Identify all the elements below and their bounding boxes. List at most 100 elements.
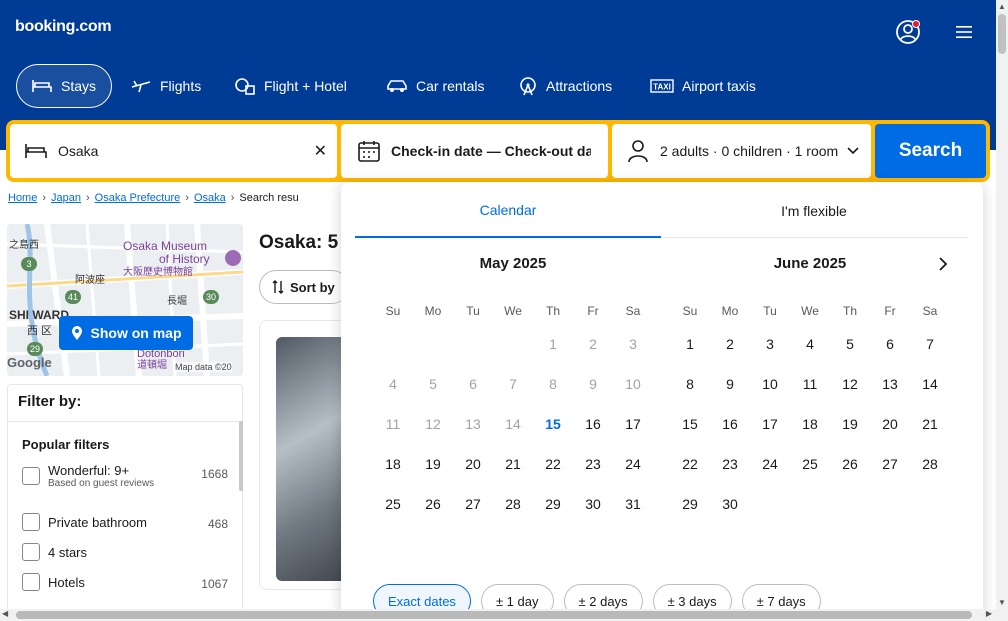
checkbox[interactable]: [22, 543, 40, 561]
search-button[interactable]: Search: [875, 124, 986, 178]
breadcrumb-home[interactable]: Home: [8, 192, 37, 204]
map-preview[interactable]: 之島西 Osaka Museum of History 大阪歴史博物館 阿波座 …: [7, 224, 243, 376]
calendar-day[interactable]: 20: [453, 444, 493, 484]
calendar-day[interactable]: 26: [830, 444, 870, 484]
clear-icon[interactable]: ✕: [314, 141, 327, 161]
calendar-day[interactable]: 25: [373, 484, 413, 524]
checkbox[interactable]: [22, 513, 40, 531]
calendar-day[interactable]: 6: [870, 324, 910, 364]
scroll-left-icon[interactable]: ◀: [2, 609, 8, 618]
calendar-day[interactable]: 12: [830, 364, 870, 404]
checkbox[interactable]: [22, 467, 40, 485]
calendar-day: 4: [389, 376, 397, 392]
destination-field[interactable]: Osaka ✕: [10, 124, 337, 178]
booking-logo[interactable]: booking.com: [15, 18, 112, 36]
tab-flexible[interactable]: I'm flexible: [661, 184, 967, 238]
calendar-day[interactable]: 19: [413, 444, 453, 484]
scroll-down-icon[interactable]: ▼: [998, 598, 1006, 607]
filter-count: 468: [207, 517, 228, 531]
calendar-day[interactable]: 8: [670, 364, 710, 404]
breadcrumb-japan[interactable]: Japan: [51, 192, 81, 204]
calendar-day[interactable]: 25: [790, 444, 830, 484]
chevron-right-icon: [939, 257, 948, 271]
breadcrumb-current: Search resu: [239, 192, 299, 204]
scroll-up-icon[interactable]: ▲: [998, 2, 1006, 11]
checkbox[interactable]: [22, 573, 40, 591]
menu-button[interactable]: [940, 10, 988, 54]
calendar-day[interactable]: 18: [373, 444, 413, 484]
weekday-label: Su: [682, 304, 698, 318]
calendar-day[interactable]: 17: [750, 404, 790, 444]
ferris-wheel-icon: [520, 77, 536, 96]
nav-car-rentals[interactable]: Car rentals: [372, 64, 500, 108]
calendar-day[interactable]: 14: [910, 364, 950, 404]
show-on-map-button[interactable]: Show on map: [59, 316, 193, 350]
scroll-right-icon[interactable]: ▶: [986, 609, 992, 618]
nav-attractions[interactable]: Attractions: [504, 64, 632, 108]
calendar-blank: [413, 324, 453, 364]
horizontal-scrollbar[interactable]: ◀ ▶: [0, 609, 1008, 621]
calendar-day[interactable]: 24: [613, 444, 653, 484]
calendar-day[interactable]: 23: [710, 444, 750, 484]
calendar-day[interactable]: 9: [710, 364, 750, 404]
vertical-scrollbar[interactable]: ▲ ▼: [996, 0, 1008, 609]
calendar-day[interactable]: 23: [573, 444, 613, 484]
filter-item-private-bathroom[interactable]: Private bathroom: [22, 513, 232, 531]
calendar-day[interactable]: 13: [870, 364, 910, 404]
calendar-day[interactable]: 16: [710, 404, 750, 444]
tab-calendar[interactable]: Calendar: [355, 184, 661, 238]
calendar-day[interactable]: 21: [493, 444, 533, 484]
calendar-day[interactable]: 30: [573, 484, 613, 524]
sort-icon: [272, 280, 284, 294]
account-button[interactable]: [884, 10, 932, 54]
calendar-day[interactable]: 15: [533, 404, 573, 444]
dates-field[interactable]: Check-in date — Check-out date: [341, 124, 608, 178]
calendar-day[interactable]: 15: [670, 404, 710, 444]
filter-label: Wonderful: 9+: [48, 463, 130, 478]
calendar-day[interactable]: 22: [670, 444, 710, 484]
calendar-day[interactable]: 27: [453, 484, 493, 524]
calendar-day[interactable]: 29: [533, 484, 573, 524]
calendar-day[interactable]: 28: [910, 444, 950, 484]
breadcrumb-osaka[interactable]: Osaka: [194, 192, 226, 204]
calendar-day[interactable]: 7: [910, 324, 950, 364]
museum-pin-icon: [225, 250, 241, 266]
calendar-day: 5: [429, 376, 437, 392]
calendar-day[interactable]: 22: [533, 444, 573, 484]
calendar-day[interactable]: 20: [870, 404, 910, 444]
calendar-day[interactable]: 2: [710, 324, 750, 364]
nav-flights[interactable]: Flights: [116, 64, 218, 108]
calendar-day[interactable]: 4: [790, 324, 830, 364]
calendar-day[interactable]: 30: [710, 484, 750, 524]
calendar-day[interactable]: 24: [750, 444, 790, 484]
calendar-day[interactable]: 17: [613, 404, 653, 444]
next-month-button[interactable]: [919, 240, 967, 288]
calendar-day[interactable]: 19: [830, 404, 870, 444]
calendar-day[interactable]: 10: [750, 364, 790, 404]
calendar-day[interactable]: 11: [790, 364, 830, 404]
calendar-day[interactable]: 1: [670, 324, 710, 364]
calendar-day[interactable]: 28: [493, 484, 533, 524]
filter-item-4-stars[interactable]: 4 stars: [22, 543, 232, 561]
filter-scrollbar[interactable]: [239, 421, 243, 491]
calendar-day[interactable]: 27: [870, 444, 910, 484]
scroll-thumb[interactable]: [998, 14, 1006, 54]
calendar-day[interactable]: 5: [830, 324, 870, 364]
destination-input[interactable]: Osaka: [58, 143, 98, 159]
calendar-day[interactable]: 29: [670, 484, 710, 524]
nav-airport-taxis[interactable]: TAXI Airport taxis: [636, 64, 776, 108]
calendar-day[interactable]: 16: [573, 404, 613, 444]
nav-flight-hotel[interactable]: Flight + Hotel: [220, 64, 368, 108]
calendar-day[interactable]: 21: [910, 404, 950, 444]
calendar-day[interactable]: 26: [413, 484, 453, 524]
nav-stays[interactable]: Stays: [16, 64, 112, 108]
weekday-label: We: [504, 304, 522, 318]
breadcrumb-osaka-prefecture[interactable]: Osaka Prefecture: [95, 192, 181, 204]
calendar-day: 3: [629, 336, 637, 352]
scroll-thumb[interactable]: [16, 611, 972, 619]
calendar-day[interactable]: 18: [790, 404, 830, 444]
calendar-day[interactable]: 31: [613, 484, 653, 524]
sort-button[interactable]: Sort by: [259, 270, 349, 304]
occupancy-field[interactable]: 2 adults · 0 children · 1 room: [612, 124, 871, 178]
calendar-day[interactable]: 3: [750, 324, 790, 364]
